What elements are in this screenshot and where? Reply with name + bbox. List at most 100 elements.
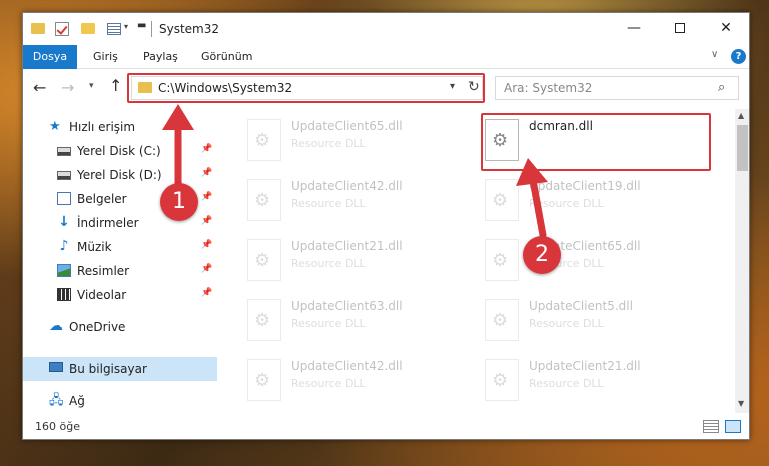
recent-locations-icon[interactable]: ▾ bbox=[89, 81, 94, 91]
close-button[interactable]: ✕ bbox=[703, 13, 749, 43]
pin-icon[interactable]: 📌 bbox=[201, 192, 212, 202]
dll-file-icon bbox=[485, 359, 519, 401]
scroll-thumb[interactable] bbox=[737, 125, 748, 171]
sidebar-item-label: Resimler bbox=[77, 264, 130, 278]
maximize-icon bbox=[675, 23, 685, 33]
file-name: UpdateClient42.dll bbox=[291, 179, 403, 193]
tab-view[interactable]: Görünüm bbox=[191, 45, 262, 69]
videos-icon bbox=[57, 288, 71, 301]
file-tile[interactable]: UpdateClient21.dll Resource DLL bbox=[245, 235, 473, 291]
sidebar-item-label: Videolar bbox=[77, 288, 127, 302]
new-folder-icon[interactable] bbox=[81, 23, 95, 34]
sidebar-item-label: İndirmeler bbox=[77, 216, 139, 230]
back-arrow-icon[interactable]: ← bbox=[33, 78, 46, 97]
sidebar-item-label: Hızlı erişim bbox=[69, 120, 136, 134]
tab-file[interactable]: Dosya bbox=[23, 45, 77, 69]
network-icon: 🖧 bbox=[49, 393, 64, 408]
tab-home[interactable]: Giriş bbox=[83, 45, 128, 69]
file-description: Resource DLL bbox=[291, 137, 366, 150]
file-highlight-box bbox=[481, 113, 711, 171]
properties-check-icon[interactable] bbox=[55, 22, 69, 36]
pin-icon[interactable]: 📌 bbox=[201, 144, 212, 154]
sidebar-item-music[interactable]: ♪ Müzik 📌 bbox=[23, 235, 217, 259]
dll-file-icon bbox=[485, 239, 519, 281]
file-description: Resource DLL bbox=[529, 317, 604, 330]
file-tile[interactable]: UpdateClient42.dll Resource DLL bbox=[245, 175, 473, 231]
step-1-badge: 1 bbox=[160, 183, 198, 221]
file-name: UpdateClient19.dll bbox=[529, 179, 641, 193]
customize-toolbar-icon[interactable]: ▬ bbox=[137, 20, 147, 34]
drive-icon bbox=[57, 171, 71, 180]
sidebar-item-network[interactable]: 🖧 Ağ bbox=[23, 389, 217, 413]
scroll-up-icon[interactable]: ▲ bbox=[738, 111, 744, 120]
dll-file-icon bbox=[247, 299, 281, 341]
download-icon: ↓ bbox=[58, 214, 70, 230]
details-view-icon[interactable] bbox=[703, 420, 719, 433]
sidebar-item-pictures[interactable]: Resimler 📌 bbox=[23, 259, 217, 283]
sidebar-item-label: Müzik bbox=[77, 240, 112, 254]
file-tile[interactable]: UpdateClient42.dll Resource DLL bbox=[245, 355, 473, 411]
file-name: UpdateClient65.dll bbox=[291, 119, 403, 133]
drive-icon bbox=[57, 147, 71, 156]
minimize-button[interactable]: — bbox=[611, 13, 657, 43]
file-description: Resource DLL bbox=[529, 197, 604, 210]
chevron-down-icon[interactable]: ▾ bbox=[124, 22, 128, 38]
title-divider bbox=[151, 21, 152, 37]
file-description: Resource DLL bbox=[529, 377, 604, 390]
file-tile[interactable]: UpdateClient65.dll Resource DLL bbox=[483, 235, 711, 291]
sidebar-item-onedrive[interactable]: ☁ OneDrive bbox=[23, 315, 217, 339]
pin-icon[interactable]: 📌 bbox=[201, 264, 212, 274]
navigation-pane: ★ Hızlı erişim Yerel Disk (C:) 📌 Yerel D… bbox=[23, 109, 217, 413]
search-box[interactable]: Ara: System32 ⌕ bbox=[495, 76, 739, 100]
vertical-scrollbar[interactable]: ▲ ▼ bbox=[735, 109, 749, 413]
dll-file-icon bbox=[485, 179, 519, 221]
sidebar-item-videos[interactable]: Videolar 📌 bbox=[23, 283, 217, 307]
navigation-bar: ← → ▾ ↑ C:\Windows\System32 ▾ ↻ Ara: Sys… bbox=[23, 70, 749, 106]
sidebar-item-label: Ağ bbox=[69, 394, 85, 408]
pin-icon[interactable]: 📌 bbox=[201, 168, 212, 178]
cloud-icon: ☁ bbox=[49, 318, 63, 334]
file-list: UpdateClient65.dll Resource DLL dcmran.d… bbox=[233, 109, 735, 413]
forward-arrow-icon[interactable]: → bbox=[61, 78, 74, 97]
file-tile[interactable]: UpdateClient21.dll Resource DLL bbox=[483, 355, 711, 411]
pin-icon[interactable]: 📌 bbox=[201, 288, 212, 298]
step-2-badge: 2 bbox=[523, 236, 561, 274]
tab-share[interactable]: Paylaş bbox=[133, 45, 188, 69]
pin-icon[interactable]: 📌 bbox=[201, 240, 212, 250]
sidebar-item-this-pc[interactable]: Bu bilgisayar bbox=[23, 357, 217, 381]
documents-icon bbox=[57, 192, 71, 205]
title-bar: ▾ ▬ System32 — ✕ bbox=[23, 13, 749, 45]
properties-icon[interactable] bbox=[107, 23, 121, 35]
search-icon[interactable]: ⌕ bbox=[718, 80, 725, 95]
star-icon: ★ bbox=[49, 119, 61, 134]
scroll-down-icon[interactable]: ▼ bbox=[738, 399, 744, 408]
dll-file-icon bbox=[247, 359, 281, 401]
file-description: Resource DLL bbox=[291, 317, 366, 330]
tiles-view-icon[interactable] bbox=[725, 420, 741, 433]
sidebar-item-label: Yerel Disk (C:) bbox=[77, 144, 161, 158]
help-icon[interactable]: ? bbox=[731, 49, 746, 64]
sidebar-item-label: Bu bilgisayar bbox=[69, 362, 147, 376]
pin-icon[interactable]: 📌 bbox=[201, 216, 212, 226]
computer-icon bbox=[49, 362, 63, 372]
item-count: 160 öğe bbox=[35, 420, 80, 433]
maximize-button[interactable] bbox=[657, 13, 703, 43]
file-description: Resource DLL bbox=[291, 377, 366, 390]
search-input[interactable]: Ara: System32 bbox=[504, 81, 592, 95]
file-name: UpdateClient21.dll bbox=[291, 239, 403, 253]
file-tile[interactable]: UpdateClient19.dll Resource DLL bbox=[483, 175, 711, 231]
file-tile[interactable]: UpdateClient65.dll Resource DLL bbox=[245, 115, 473, 171]
expand-ribbon-icon[interactable]: ∨ bbox=[711, 49, 718, 60]
sidebar-item-local-disk-d[interactable]: Yerel Disk (D:) 📌 bbox=[23, 163, 217, 187]
sidebar-item-quick-access[interactable]: ★ Hızlı erişim bbox=[23, 115, 217, 139]
folder-icon[interactable] bbox=[31, 23, 45, 34]
file-tile[interactable]: UpdateClient5.dll Resource DLL bbox=[483, 295, 711, 351]
sidebar-item-label: Yerel Disk (D:) bbox=[77, 168, 162, 182]
file-tile[interactable]: UpdateClient63.dll Resource DLL bbox=[245, 295, 473, 351]
up-arrow-icon[interactable]: ↑ bbox=[109, 76, 122, 95]
sidebar-item-local-disk-c[interactable]: Yerel Disk (C:) 📌 bbox=[23, 139, 217, 163]
status-bar: 160 öğe bbox=[23, 415, 749, 439]
sidebar-item-label: OneDrive bbox=[69, 320, 126, 334]
file-name: UpdateClient63.dll bbox=[291, 299, 403, 313]
dll-file-icon bbox=[247, 119, 281, 161]
